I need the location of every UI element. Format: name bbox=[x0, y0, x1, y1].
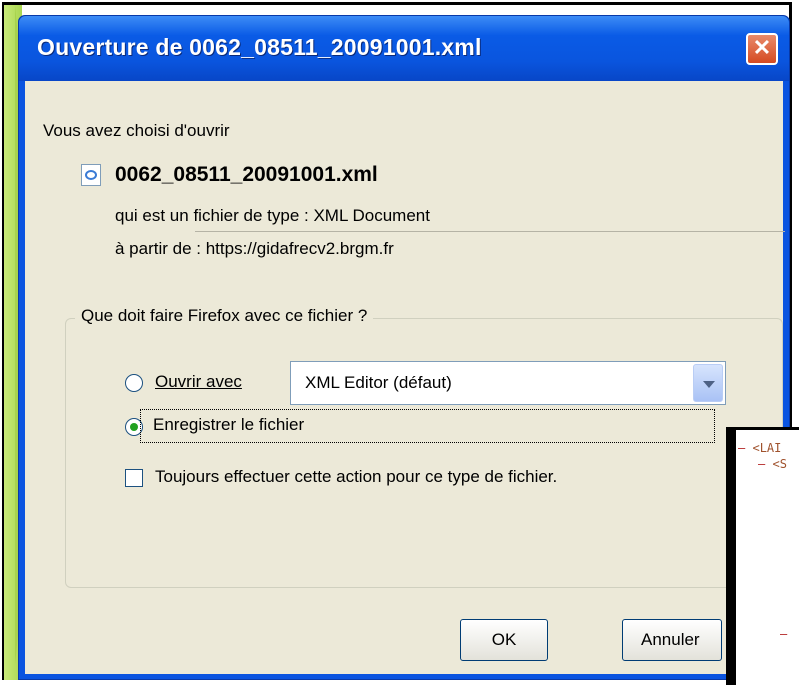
code-line-3: – bbox=[780, 627, 788, 641]
open-with-radio[interactable] bbox=[125, 374, 143, 392]
save-file-label-text: Enregistrer le fichier bbox=[153, 415, 305, 434]
application-select-value: XML Editor (défaut) bbox=[305, 373, 452, 392]
xml-file-icon bbox=[81, 164, 101, 186]
dialog-client-area: Vous avez choisi d'ouvrir 0062_08511_200… bbox=[25, 81, 785, 674]
action-group-legend: Que doit faire Firefox avec ce fichier ? bbox=[75, 306, 374, 326]
open-with-label[interactable]: Ouvrir avec bbox=[155, 372, 242, 392]
source-line: à partir de : https://gidafrecv2.brgm.fr bbox=[115, 239, 394, 258]
open-file-dialog: Ouverture de 0062_08511_20091001.xml ✕ V… bbox=[18, 15, 790, 680]
always-do-this-label[interactable]: Toujours effectuer cette action pour ce … bbox=[155, 467, 557, 487]
action-groupbox bbox=[65, 318, 783, 588]
chevron-down-icon[interactable] bbox=[693, 364, 723, 402]
file-type-line: qui est un fichier de type : XML Documen… bbox=[115, 206, 430, 225]
save-file-label[interactable]: Enregistrer le fichier bbox=[153, 415, 304, 435]
always-do-this-checkbox[interactable] bbox=[125, 469, 143, 487]
close-icon: ✕ bbox=[752, 35, 772, 60]
application-select[interactable]: XML Editor (défaut) bbox=[290, 361, 726, 405]
xml-code-panel-overlay: – <LAI – <S – bbox=[726, 427, 799, 685]
dialog-titlebar[interactable]: Ouverture de 0062_08511_20091001.xml ✕ bbox=[19, 16, 789, 81]
close-button[interactable]: ✕ bbox=[746, 33, 778, 65]
cancel-button[interactable]: Annuler bbox=[622, 619, 722, 661]
open-with-label-text: Ouvrir avec bbox=[155, 372, 242, 391]
code-line-2: – <S bbox=[758, 457, 787, 471]
ok-button[interactable]: OK bbox=[460, 619, 548, 661]
intro-text: Vous avez choisi d'ouvrir bbox=[43, 121, 230, 140]
dialog-title: Ouverture de 0062_08511_20091001.xml bbox=[37, 34, 482, 60]
code-line-1: – <LAI bbox=[738, 441, 782, 455]
file-name: 0062_08511_20091001.xml bbox=[115, 163, 378, 186]
divider-line bbox=[195, 231, 785, 232]
